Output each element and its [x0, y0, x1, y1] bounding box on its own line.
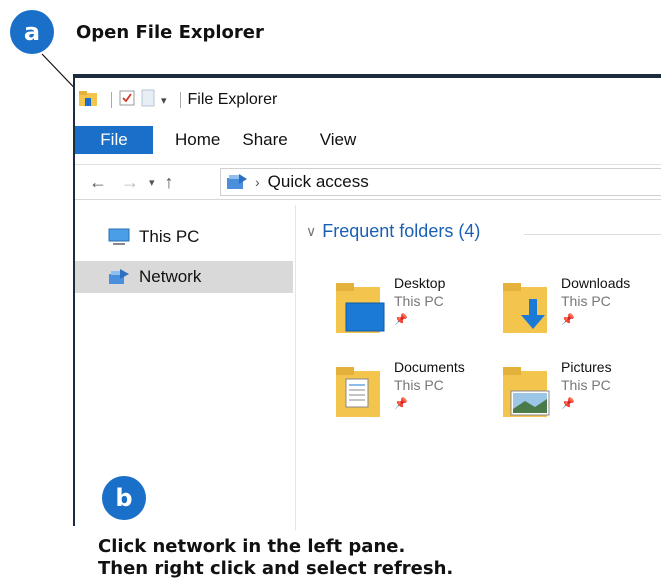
- quick-access-icon: [225, 172, 249, 192]
- pictures-folder-icon: [501, 365, 553, 424]
- documents-folder-icon: [334, 365, 386, 424]
- step-b-badge: b: [102, 476, 146, 520]
- downloads-folder-icon: [501, 281, 553, 340]
- pin-icon: 📌: [394, 398, 408, 410]
- group-divider: [524, 234, 661, 235]
- computer-icon: [107, 227, 131, 247]
- tab-share[interactable]: Share: [242, 130, 287, 150]
- group-title: Frequent folders (4): [322, 221, 481, 241]
- new-folder-icon[interactable]: [141, 89, 155, 112]
- title-bar: ▾ File Explorer: [78, 86, 277, 114]
- instruction-line-1: Click network in the left pane.: [98, 536, 406, 557]
- folder-name: Documents: [394, 359, 465, 375]
- folder-item-downloads[interactable]: Downloads This PC 📌: [501, 275, 661, 345]
- nav-item-label: Network: [139, 267, 202, 286]
- breadcrumb-chevron-icon: ›: [255, 174, 260, 190]
- address-text: Quick access: [267, 172, 369, 191]
- titlebar-separator: [179, 92, 181, 108]
- window-top-border: [74, 74, 661, 78]
- step-a-badge: a: [10, 10, 54, 54]
- recent-locations-chevron-icon[interactable]: ▾: [149, 176, 155, 189]
- folder-location: This PC: [561, 293, 611, 309]
- nav-item-network[interactable]: Network: [75, 261, 293, 293]
- step-b-instructions: Click network in the left pane. Then rig…: [98, 536, 453, 580]
- frequent-folders-header[interactable]: ∨ Frequent folders (4): [306, 221, 480, 242]
- folder-location: This PC: [394, 377, 444, 393]
- step-a-heading: Open File Explorer: [76, 22, 264, 43]
- properties-icon[interactable]: [119, 90, 135, 111]
- nav-item-label: This PC: [139, 227, 200, 246]
- back-arrow-icon[interactable]: ←: [89, 172, 107, 193]
- folder-name: Downloads: [561, 275, 631, 291]
- desktop-folder-icon: [334, 281, 386, 340]
- up-arrow-icon[interactable]: ↑: [165, 172, 174, 193]
- nav-item-this-pc[interactable]: This PC: [75, 221, 293, 253]
- folder-location: This PC: [561, 377, 611, 393]
- folder-name: Pictures: [561, 359, 612, 375]
- ribbon-tabs: File Home Share View: [75, 126, 661, 154]
- address-bar: ← → ▾ ↑ › Quick access: [75, 164, 661, 200]
- forward-arrow-icon[interactable]: →: [121, 172, 139, 193]
- instruction-line-2: Then right click and select refresh.: [98, 558, 454, 579]
- folder-item-pictures[interactable]: Pictures This PC 📌: [501, 359, 661, 429]
- tab-file[interactable]: File: [75, 126, 153, 154]
- folder-name: Desktop: [394, 275, 446, 291]
- folder-location: This PC: [394, 293, 444, 309]
- pin-icon: 📌: [561, 314, 575, 326]
- content-pane: ∨ Frequent folders (4) Desktop This PC 📌…: [296, 205, 661, 530]
- pin-icon: 📌: [394, 314, 408, 326]
- tab-home[interactable]: Home: [175, 130, 220, 150]
- folder-item-documents[interactable]: Documents This PC 📌: [334, 359, 494, 429]
- pin-icon: 📌: [561, 398, 575, 410]
- folder-item-desktop[interactable]: Desktop This PC 📌: [334, 275, 494, 345]
- titlebar-separator: [111, 92, 112, 108]
- tab-view[interactable]: View: [320, 130, 357, 150]
- chevron-down-icon: ∨: [306, 223, 317, 239]
- network-icon: [107, 267, 131, 287]
- window-title: File Explorer: [187, 91, 278, 108]
- customize-toolbar-dropdown-icon[interactable]: ▾: [161, 94, 167, 107]
- folder-app-icon: [78, 89, 98, 112]
- address-input[interactable]: › Quick access: [220, 168, 661, 196]
